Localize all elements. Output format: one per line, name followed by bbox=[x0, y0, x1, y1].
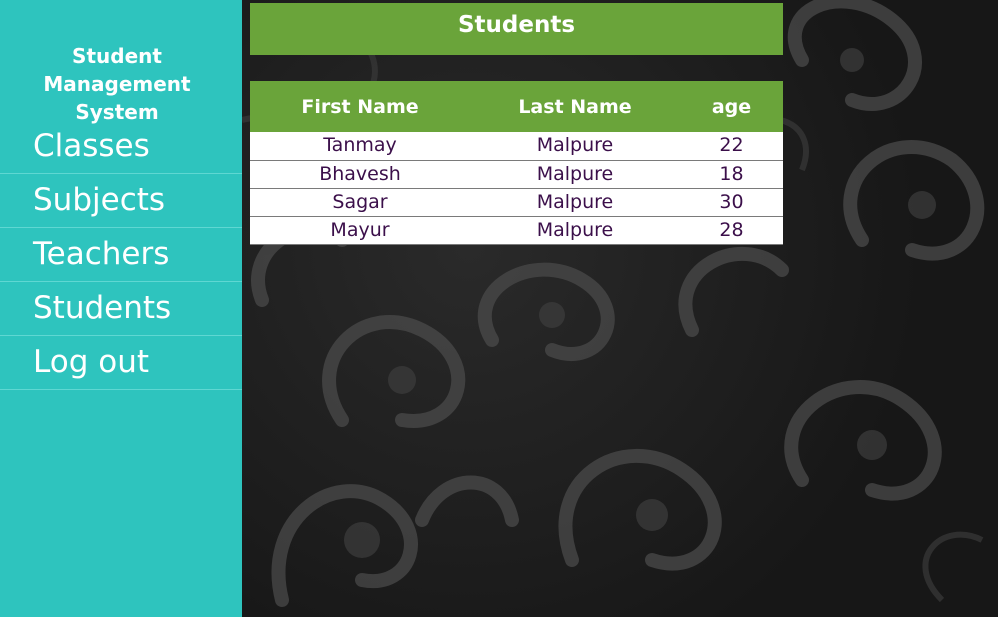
table-row[interactable]: Sagar Malpure 30 bbox=[250, 188, 783, 217]
cell-last-name: Malpure bbox=[470, 188, 680, 217]
sidebar-item-subjects[interactable]: Subjects bbox=[0, 174, 242, 228]
cell-age: 30 bbox=[680, 188, 783, 217]
app-title: Student Management System bbox=[43, 44, 191, 124]
sidebar-nav: Classes Subjects Teachers Students Log o… bbox=[0, 120, 242, 390]
table-row[interactable]: Bhavesh Malpure 18 bbox=[250, 160, 783, 189]
cell-last-name: Malpure bbox=[470, 160, 680, 189]
cell-first-name: Sagar bbox=[250, 188, 470, 217]
students-table: First Name Last Name age Tanmay Malpure … bbox=[250, 81, 783, 245]
cell-last-name: Malpure bbox=[470, 132, 680, 161]
table-row[interactable]: Tanmay Malpure 22 bbox=[250, 132, 783, 161]
sidebar-item-students[interactable]: Students bbox=[0, 282, 242, 336]
table-header-row: First Name Last Name age bbox=[250, 81, 783, 132]
cell-age: 18 bbox=[680, 160, 783, 189]
sidebar: Student Management System Classes Subjec… bbox=[0, 0, 242, 617]
table-row[interactable]: Mayur Malpure 28 bbox=[250, 216, 783, 245]
cell-age: 22 bbox=[680, 132, 783, 161]
sidebar-item-logout[interactable]: Log out bbox=[0, 336, 242, 390]
sidebar-item-classes[interactable]: Classes bbox=[0, 120, 242, 174]
sidebar-item-teachers[interactable]: Teachers bbox=[0, 228, 242, 282]
cell-first-name: Tanmay bbox=[250, 132, 470, 161]
students-table-container: First Name Last Name age Tanmay Malpure … bbox=[250, 81, 783, 245]
column-header-age[interactable]: age bbox=[680, 81, 783, 132]
cell-age: 28 bbox=[680, 216, 783, 245]
column-header-first-name[interactable]: First Name bbox=[250, 81, 470, 132]
column-header-last-name[interactable]: Last Name bbox=[470, 81, 680, 132]
page-title: Students bbox=[250, 3, 783, 55]
cell-first-name: Bhavesh bbox=[250, 160, 470, 189]
cell-first-name: Mayur bbox=[250, 216, 470, 245]
cell-last-name: Malpure bbox=[470, 216, 680, 245]
